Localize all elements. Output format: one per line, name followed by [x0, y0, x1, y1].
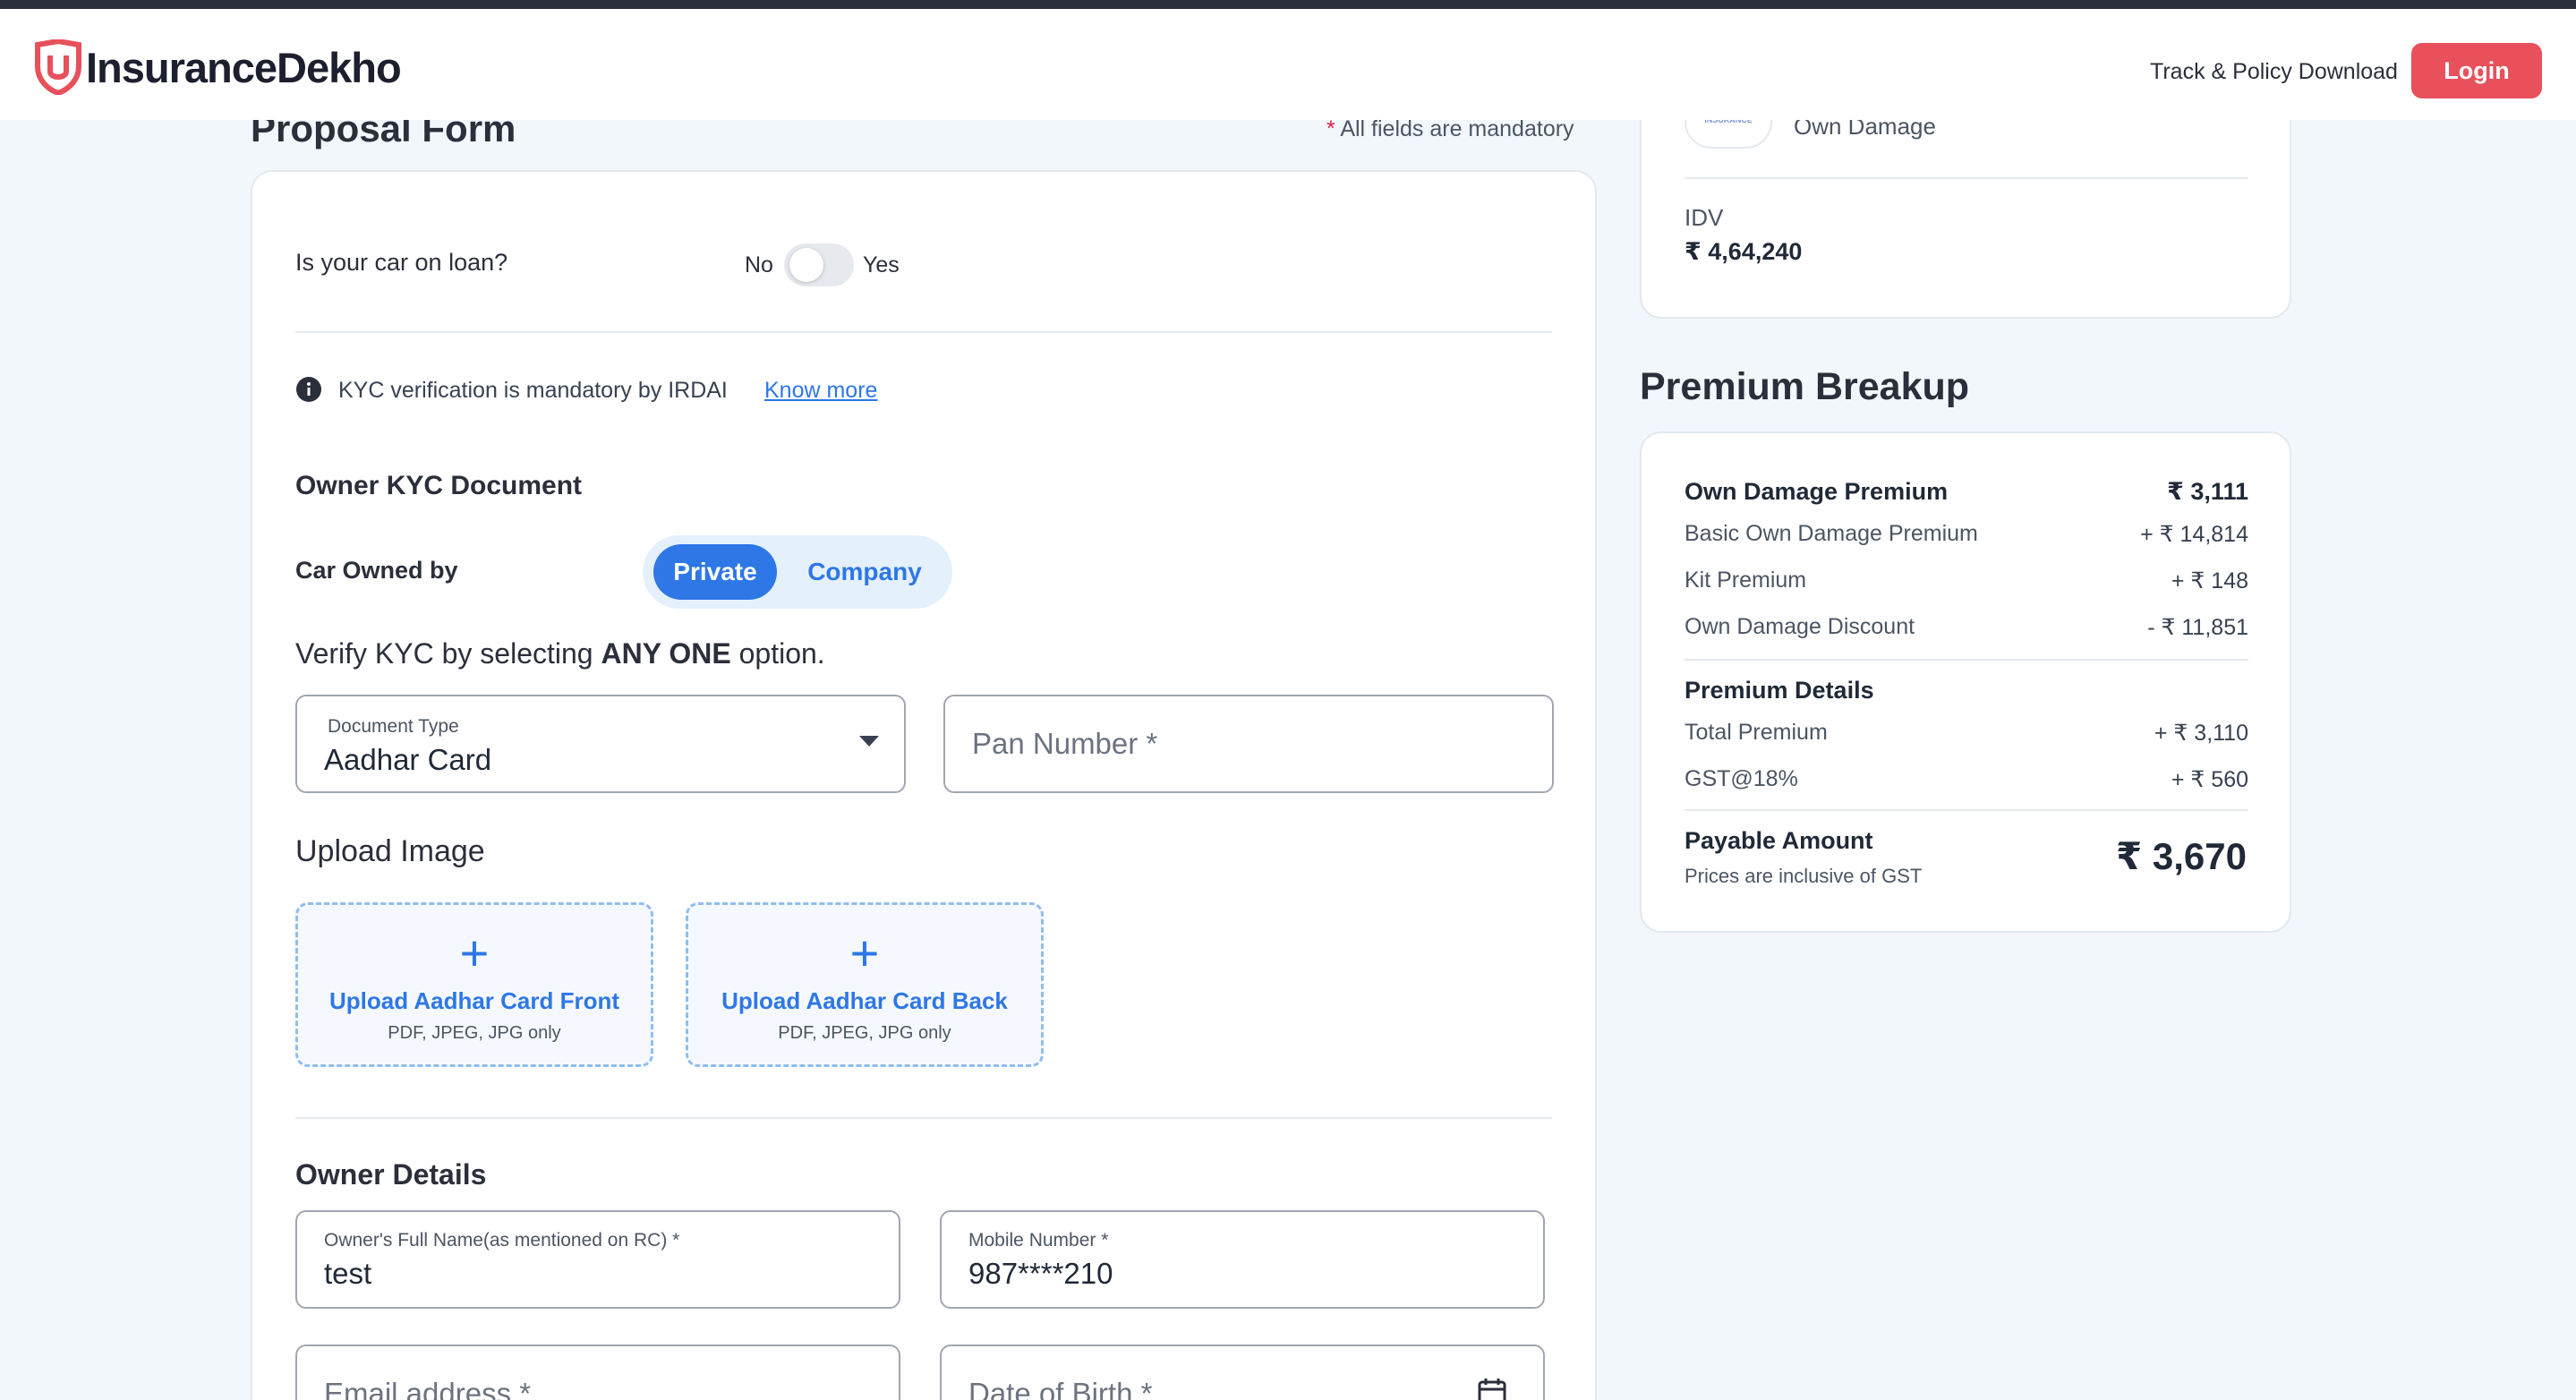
plus-icon: +: [459, 925, 490, 981]
premium-row-value: + ₹ 14,814: [2140, 522, 2248, 547]
premium-details-heading-row: Premium Details: [1685, 677, 2248, 704]
plus-icon: +: [849, 925, 880, 981]
top-strip: [0, 0, 2576, 9]
premium-detail-row: GST@18% + ₹ 560: [1685, 766, 2248, 793]
upload-back-title: Upload Aadhar Card Back: [721, 987, 1008, 1014]
owner-kyc-heading: Owner KYC Document: [295, 471, 583, 500]
calendar-icon[interactable]: [1477, 1377, 1507, 1400]
pan-number-input[interactable]: Pan Number *: [943, 695, 1554, 793]
premium-row: Own Damage Discount - ₹ 11,851: [1685, 614, 2248, 641]
divider: [1685, 809, 2248, 811]
full-name-value: test: [324, 1257, 372, 1290]
full-name-input[interactable]: Owner's Full Name(as mentioned on RC) * …: [295, 1210, 900, 1309]
verify-kyc-instruction: Verify KYC by selecting ANY ONE option.: [295, 637, 825, 670]
mobile-number-label: Mobile Number *: [968, 1230, 1109, 1251]
info-icon: [296, 377, 321, 402]
pan-number-placeholder: Pan Number *: [972, 727, 1158, 760]
premium-details-heading: Premium Details: [1685, 677, 1874, 704]
owned-by-company-option[interactable]: Company: [788, 544, 942, 600]
logo-text: InsuranceDekho: [86, 43, 402, 91]
verify-bold: ANY ONE: [601, 637, 731, 670]
loan-yes-label: Yes: [863, 252, 900, 277]
divider: [295, 1117, 1552, 1119]
full-name-label: Owner's Full Name(as mentioned on RC) *: [324, 1230, 680, 1251]
divider: [1685, 659, 2248, 661]
upload-image-heading: Upload Image: [295, 834, 485, 868]
know-more-link[interactable]: Know more: [764, 378, 877, 404]
own-damage-premium-label: Own Damage Premium: [1685, 478, 1949, 505]
mandatory-note-text: All fields are mandatory: [1340, 116, 1574, 141]
premium-breakup-heading: Premium Breakup: [1640, 365, 1970, 408]
divider: [295, 331, 1552, 333]
premium-detail-row: Total Premium + ₹ 3,110: [1685, 720, 2248, 747]
chevron-down-icon: [859, 736, 879, 747]
upload-front-dropzone[interactable]: + Upload Aadhar Card Front PDF, JPEG, JP…: [295, 902, 653, 1067]
upload-front-title: Upload Aadhar Card Front: [328, 987, 620, 1014]
upload-back-hint: PDF, JPEG, JPG only: [778, 1023, 951, 1043]
loan-question: Is your car on loan?: [295, 249, 508, 276]
idv-value: ₹ 4,64,240: [1685, 238, 1803, 265]
payable-amount-value: ₹ 3,670: [2116, 835, 2247, 877]
owned-by-segmented-control: Private Company: [643, 535, 952, 609]
premium-row: Kit Premium + ₹ 148: [1685, 568, 2248, 594]
payable-amount-label: Payable Amount: [1685, 827, 1873, 854]
owner-details-heading: Owner Details: [295, 1158, 487, 1191]
loan-toggle-knob: [789, 248, 823, 282]
car-owned-by-label: Car Owned by: [295, 557, 458, 584]
divider: [1685, 177, 2248, 179]
document-type-label: Document Type: [328, 716, 459, 737]
own-damage-premium-value: ₹ 3,111: [2167, 478, 2248, 505]
upload-back-dropzone[interactable]: + Upload Aadhar Card Back PDF, JPEG, JPG…: [686, 902, 1044, 1067]
mandatory-note: * All fields are mandatory: [1326, 116, 1574, 142]
idv-label: IDV: [1685, 204, 1724, 231]
premium-detail-label: Total Premium: [1685, 720, 1828, 745]
logo[interactable]: InsuranceDekho: [34, 39, 402, 95]
date-of-birth-input[interactable]: Date of Birth *: [940, 1345, 1545, 1400]
document-type-select[interactable]: Document Type Aadhar Card: [295, 695, 906, 793]
premium-row-label: Own Damage Discount: [1685, 614, 1915, 639]
kyc-note: KYC verification is mandatory by IRDAI: [338, 378, 728, 403]
mobile-number-input[interactable]: Mobile Number * 987****210: [940, 1210, 1545, 1309]
track-policy-download-link[interactable]: Track & Policy Download: [2150, 59, 2398, 85]
email-input[interactable]: Email address *: [295, 1345, 900, 1400]
premium-row-label: Basic Own Damage Premium: [1685, 521, 1978, 546]
loan-no-label: No: [745, 252, 773, 277]
owned-by-private-option[interactable]: Private: [653, 544, 777, 600]
own-damage-premium-row: Own Damage Premium ₹ 3,111: [1685, 478, 2248, 506]
premium-row-value: + ₹ 148: [2171, 568, 2248, 593]
premium-detail-label: GST@18%: [1685, 766, 1798, 791]
upload-front-hint: PDF, JPEG, JPG only: [388, 1023, 561, 1043]
premium-row-value: - ₹ 11,851: [2147, 615, 2248, 640]
required-star: *: [1326, 116, 1335, 141]
date-of-birth-placeholder: Date of Birth *: [968, 1377, 1153, 1400]
site-header: InsuranceDekho Track & Policy Download L…: [0, 9, 2576, 120]
mobile-number-value: 987****210: [968, 1257, 1113, 1290]
premium-row: Basic Own Damage Premium + ₹ 14,814: [1685, 521, 2248, 548]
login-button[interactable]: Login: [2411, 43, 2542, 98]
email-placeholder: Email address *: [324, 1377, 532, 1400]
shield-logo-icon: [35, 39, 81, 95]
premium-row-label: Kit Premium: [1685, 568, 1807, 593]
verify-prefix: Verify KYC by selecting: [295, 637, 601, 670]
document-type-value: Aadhar Card: [324, 743, 492, 776]
premium-detail-value: + ₹ 560: [2171, 767, 2248, 792]
proposal-form-card: Is your car on loan? No Yes KYC verifica…: [251, 170, 1597, 1400]
loan-toggle[interactable]: [784, 243, 854, 286]
verify-suffix: option.: [730, 637, 825, 670]
payable-amount-note: Prices are inclusive of GST: [1685, 865, 1923, 887]
premium-breakup-card: Own Damage Premium ₹ 3,111 Basic Own Dam…: [1640, 431, 2291, 933]
premium-detail-value: + ₹ 3,110: [2154, 721, 2248, 746]
